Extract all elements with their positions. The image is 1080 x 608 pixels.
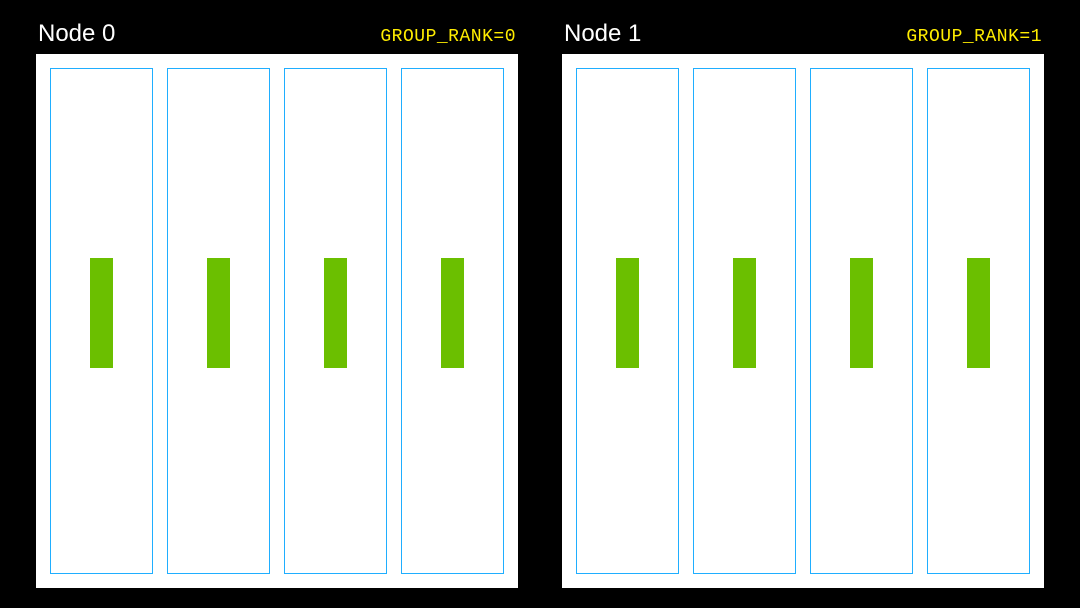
gpu-bar-icon [850, 258, 873, 368]
gpu-bar-icon [441, 258, 464, 368]
node-0-header: Node 0 GROUP_RANK=0 [36, 20, 518, 54]
gpu-bar-icon [733, 258, 756, 368]
gpu-bar-icon [967, 258, 990, 368]
node-0-title: Node 0 [38, 20, 115, 48]
node-1: Node 1 GROUP_RANK=1 [562, 20, 1044, 588]
gpu-bar-icon [207, 258, 230, 368]
gpu-slot [167, 68, 270, 574]
node-1-group-rank: GROUP_RANK=1 [906, 27, 1042, 47]
node-1-panel [562, 54, 1044, 588]
node-0-group-rank: GROUP_RANK=0 [380, 27, 516, 47]
gpu-slot [50, 68, 153, 574]
gpu-slot [810, 68, 913, 574]
gpu-bar-icon [616, 258, 639, 368]
node-1-header: Node 1 GROUP_RANK=1 [562, 20, 1044, 54]
gpu-slot [401, 68, 504, 574]
node-0-panel [36, 54, 518, 588]
gpu-bar-icon [324, 258, 347, 368]
gpu-slot [576, 68, 679, 574]
node-1-title: Node 1 [564, 20, 641, 48]
gpu-slot [927, 68, 1030, 574]
node-0: Node 0 GROUP_RANK=0 [36, 20, 518, 588]
gpu-bar-icon [90, 258, 113, 368]
gpu-slot [284, 68, 387, 574]
gpu-slot [693, 68, 796, 574]
